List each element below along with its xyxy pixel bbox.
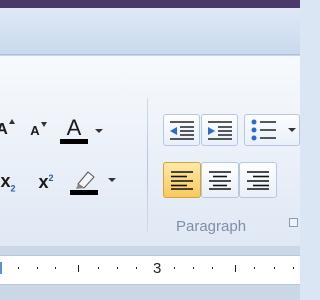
- superscript-digit: 2: [48, 172, 54, 183]
- align-center-icon: [209, 171, 231, 190]
- align-left-button[interactable]: [163, 162, 201, 198]
- dialog-launcher-icon[interactable]: [289, 218, 298, 227]
- window-title-bar: [0, 0, 300, 8]
- align-right-icon: [247, 171, 269, 190]
- text-highlight-button[interactable]: [68, 166, 100, 198]
- bullets-button[interactable]: [244, 114, 300, 146]
- down-triangle-icon: [40, 121, 47, 127]
- superscript-icon: x2: [38, 172, 53, 193]
- subscript-letter: x: [0, 170, 11, 191]
- subscript-icon: x2: [0, 171, 15, 194]
- increase-indent-icon: [207, 121, 232, 140]
- align-left-icon: [171, 171, 193, 190]
- font-color-swatch: [60, 138, 88, 144]
- highlight-color-swatch: [70, 189, 98, 195]
- increase-indent-button[interactable]: [201, 114, 238, 146]
- ruler-number: 3: [153, 260, 162, 277]
- ribbon: [0, 55, 300, 247]
- subscript-button[interactable]: x2: [0, 168, 22, 196]
- superscript-button[interactable]: x2: [32, 168, 60, 196]
- paragraph-group-label: Paragraph: [176, 218, 247, 235]
- font-color-button[interactable]: A: [58, 112, 90, 148]
- group-separator: [147, 98, 148, 233]
- font-color-dropdown-arrow[interactable]: [95, 129, 103, 133]
- highlight-dropdown-arrow[interactable]: [108, 178, 116, 182]
- bullets-icon: [251, 119, 276, 141]
- grow-font-button[interactable]: A: [0, 116, 15, 144]
- superscript-letter: x: [38, 171, 49, 192]
- text-highlight-color-icon: [76, 170, 95, 189]
- shrink-font-icon: A: [30, 121, 47, 138]
- ruler-ticks: [0, 262, 294, 274]
- grow-font-icon: A: [0, 119, 15, 139]
- decrease-indent-icon: [169, 121, 194, 140]
- bullets-dropdown-arrow[interactable]: [288, 128, 296, 132]
- shrink-font-letter: A: [30, 122, 40, 138]
- ribbon-tab-strip: [0, 8, 300, 55]
- grow-font-letter: A: [0, 121, 8, 138]
- horizontal-ruler[interactable]: 3: [0, 255, 300, 285]
- shrink-font-button[interactable]: A: [22, 116, 48, 144]
- up-triangle-icon: [8, 119, 15, 124]
- decrease-indent-button[interactable]: [163, 114, 200, 146]
- font-color-icon: A: [66, 114, 82, 140]
- align-center-button[interactable]: [201, 162, 239, 198]
- align-right-button[interactable]: [239, 162, 277, 198]
- subscript-digit: 2: [10, 183, 16, 194]
